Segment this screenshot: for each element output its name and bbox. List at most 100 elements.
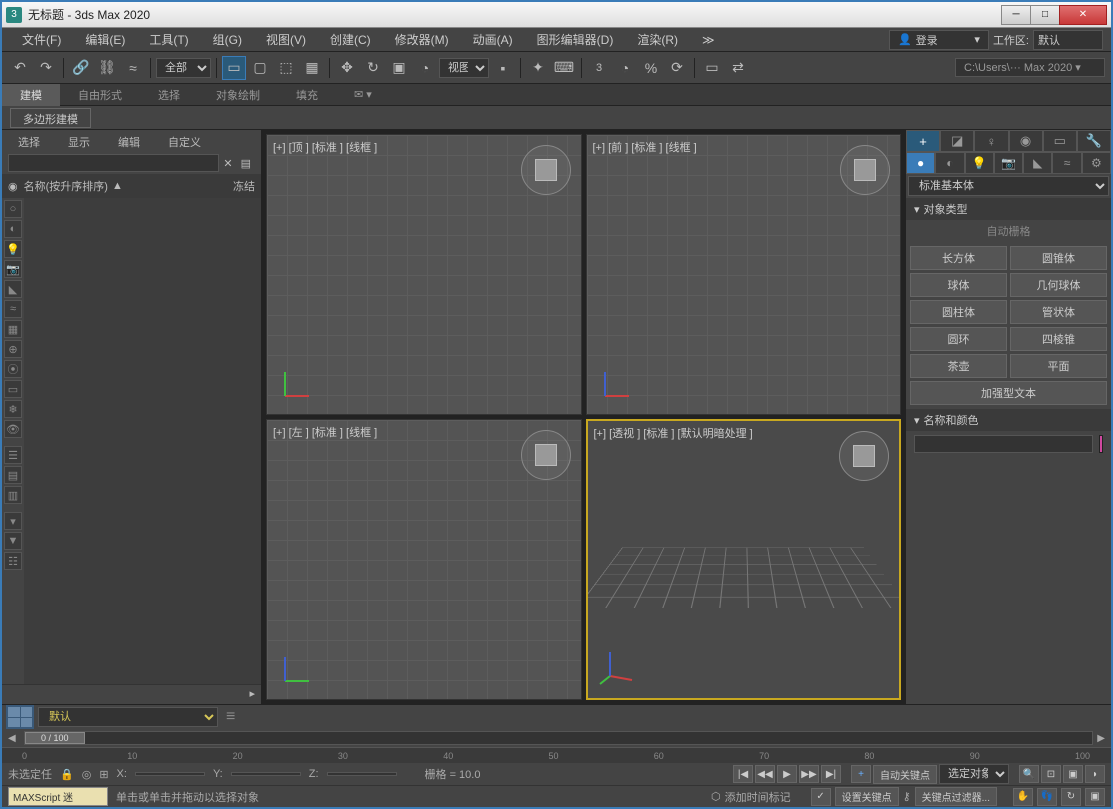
- viewport-front[interactable]: [+] [前 ] [标准 ] [线框 ]: [586, 134, 902, 415]
- placement-button[interactable]: ◔: [413, 56, 437, 80]
- filter-groups-icon[interactable]: ▦: [4, 320, 22, 338]
- nav-pan-icon[interactable]: ✋: [1013, 788, 1033, 806]
- redo-button[interactable]: ↷: [34, 56, 58, 80]
- pyramid-button[interactable]: 四棱锥: [1010, 327, 1107, 351]
- filter-frozen-icon[interactable]: ❄: [4, 400, 22, 418]
- macro-recorder-icon[interactable]: ⬡: [711, 790, 721, 803]
- z-coord-input[interactable]: [327, 772, 397, 776]
- percent-snap-button[interactable]: %: [639, 56, 663, 80]
- select-object-button[interactable]: ▭: [222, 56, 246, 80]
- menu-graph-editors[interactable]: 图形编辑器(D): [525, 29, 626, 51]
- sync-selection-icon[interactable]: ▾: [4, 512, 22, 530]
- time-ruler[interactable]: 0102030405060708090100: [2, 747, 1111, 763]
- cylinder-button[interactable]: 圆柱体: [910, 300, 1007, 324]
- ribbon-polygon-modeling[interactable]: 多边形建模: [10, 108, 91, 128]
- prev-frame-button[interactable]: ◀◀: [755, 765, 775, 783]
- key-selected-select[interactable]: 选定对象: [939, 764, 1009, 784]
- filter-cameras-icon[interactable]: 📷: [4, 260, 22, 278]
- layer-select[interactable]: 默认: [38, 707, 218, 727]
- filter-geometry-icon[interactable]: ○: [4, 200, 22, 218]
- object-name-input[interactable]: [914, 435, 1093, 453]
- search-options-icon[interactable]: ▤: [237, 157, 255, 170]
- cameras-category[interactable]: 📷: [994, 152, 1023, 174]
- angle-snap-button[interactable]: ◔: [613, 56, 637, 80]
- geometry-category[interactable]: ●: [906, 152, 935, 174]
- link-button[interactable]: 🔗: [69, 56, 93, 80]
- auto-key-button[interactable]: 自动关键点: [873, 765, 937, 784]
- autogrid-checkbox[interactable]: 自动栅格: [906, 220, 1111, 242]
- pick-icon[interactable]: ▼: [4, 532, 22, 550]
- viewport-left-label[interactable]: [+] [左 ] [标准 ] [线框 ]: [273, 424, 377, 440]
- bind-spacewarp-button[interactable]: ≈: [121, 56, 145, 80]
- textplus-button[interactable]: 加强型文本: [910, 381, 1107, 405]
- filter-xrefs-icon[interactable]: ⊕: [4, 340, 22, 358]
- project-path[interactable]: C:\Users\··· Max 2020 ▾: [955, 58, 1105, 77]
- scene-search-input[interactable]: [8, 154, 219, 172]
- display-children-icon[interactable]: ▤: [4, 466, 22, 484]
- next-frame-button[interactable]: ▶▶: [799, 765, 819, 783]
- filter-lights-icon[interactable]: 💡: [4, 240, 22, 258]
- maximize-button[interactable]: □: [1030, 5, 1060, 25]
- set-key-icon[interactable]: ✓: [811, 788, 831, 806]
- mirror-button[interactable]: ⇄: [726, 56, 750, 80]
- display-influences-icon[interactable]: ▥: [4, 486, 22, 504]
- create-tab[interactable]: +: [906, 130, 940, 152]
- box-button[interactable]: 长方体: [910, 246, 1007, 270]
- teapot-button[interactable]: 茶壶: [910, 354, 1007, 378]
- goto-start-button[interactable]: |◀: [733, 765, 753, 783]
- helpers-category[interactable]: ◣: [1023, 152, 1052, 174]
- scene-list[interactable]: [24, 198, 261, 684]
- select-by-name-button[interactable]: ▢: [248, 56, 272, 80]
- lock-icon[interactable]: ☷: [4, 552, 22, 570]
- modify-tab[interactable]: ◪: [940, 130, 974, 152]
- y-coord-input[interactable]: [231, 772, 301, 776]
- menu-group[interactable]: 组(G): [201, 29, 254, 51]
- name-column-header[interactable]: 名称(按升序排序): [24, 178, 108, 194]
- clear-search-icon[interactable]: ✕: [219, 157, 236, 170]
- tube-button[interactable]: 管状体: [1010, 300, 1107, 324]
- spinner-snap-button[interactable]: ⟳: [665, 56, 689, 80]
- motion-tab[interactable]: ◉: [1009, 130, 1043, 152]
- ribbon-tab-modeling[interactable]: 建模: [2, 84, 60, 106]
- viewcube-top[interactable]: [521, 145, 571, 195]
- viewport-left[interactable]: [+] [左 ] [标准 ] [线框 ]: [266, 419, 582, 700]
- menu-views[interactable]: 视图(V): [254, 29, 318, 51]
- isolate-icon[interactable]: ◎: [82, 768, 92, 781]
- scene-explorer-expand-icon[interactable]: ▸: [249, 687, 255, 702]
- login-box[interactable]: 👤 登录 ▾: [889, 30, 989, 50]
- viewport-layout-button[interactable]: [6, 705, 34, 729]
- ref-coord-system[interactable]: 视图: [439, 58, 489, 78]
- name-color-rollout[interactable]: ▾名称和颜色: [906, 409, 1111, 431]
- menu-modifiers[interactable]: 修改器(M): [383, 29, 461, 51]
- ribbon-tab-populate[interactable]: 填充: [278, 84, 336, 106]
- menu-animation[interactable]: 动画(A): [461, 29, 525, 51]
- menu-edit[interactable]: 编辑(E): [73, 29, 137, 51]
- nav-fov-icon[interactable]: ◗: [1085, 765, 1105, 783]
- menu-rendering[interactable]: 渲染(R): [625, 29, 690, 51]
- viewcube-front[interactable]: [840, 145, 890, 195]
- object-type-dropdown[interactable]: 标准基本体: [908, 176, 1109, 196]
- x-coord-input[interactable]: [135, 772, 205, 776]
- sphere-button[interactable]: 球体: [910, 273, 1007, 297]
- filter-container-icon[interactable]: ▭: [4, 380, 22, 398]
- viewport-front-label[interactable]: [+] [前 ] [标准 ] [线框 ]: [593, 139, 697, 155]
- keyboard-shortcut-button[interactable]: ⌨: [552, 56, 576, 80]
- nav-zoom-all-icon[interactable]: ⊡: [1041, 765, 1061, 783]
- menu-file[interactable]: 文件(F): [10, 29, 73, 51]
- goto-end-button[interactable]: ▶|: [821, 765, 841, 783]
- spacewarps-category[interactable]: ≈: [1052, 152, 1081, 174]
- geosphere-button[interactable]: 几何球体: [1010, 273, 1107, 297]
- hierarchy-tab[interactable]: ♀: [974, 130, 1008, 152]
- menu-more[interactable]: ≫: [690, 29, 727, 51]
- play-button[interactable]: ▶: [777, 765, 797, 783]
- scale-button[interactable]: ▣: [387, 56, 411, 80]
- object-type-rollout[interactable]: ▾对象类型: [906, 198, 1111, 220]
- viewport-persp-label[interactable]: [+] [透视 ] [标准 ] [默认明暗处理 ]: [594, 425, 753, 441]
- window-crossing-button[interactable]: ▦: [300, 56, 324, 80]
- filter-shapes-icon[interactable]: ◐: [4, 220, 22, 238]
- rotate-button[interactable]: ↻: [361, 56, 385, 80]
- nav-walk-icon[interactable]: 👣: [1037, 788, 1057, 806]
- snap-3-button[interactable]: 3: [587, 56, 611, 80]
- select-region-button[interactable]: ⬚: [274, 56, 298, 80]
- object-color-swatch[interactable]: [1099, 435, 1103, 453]
